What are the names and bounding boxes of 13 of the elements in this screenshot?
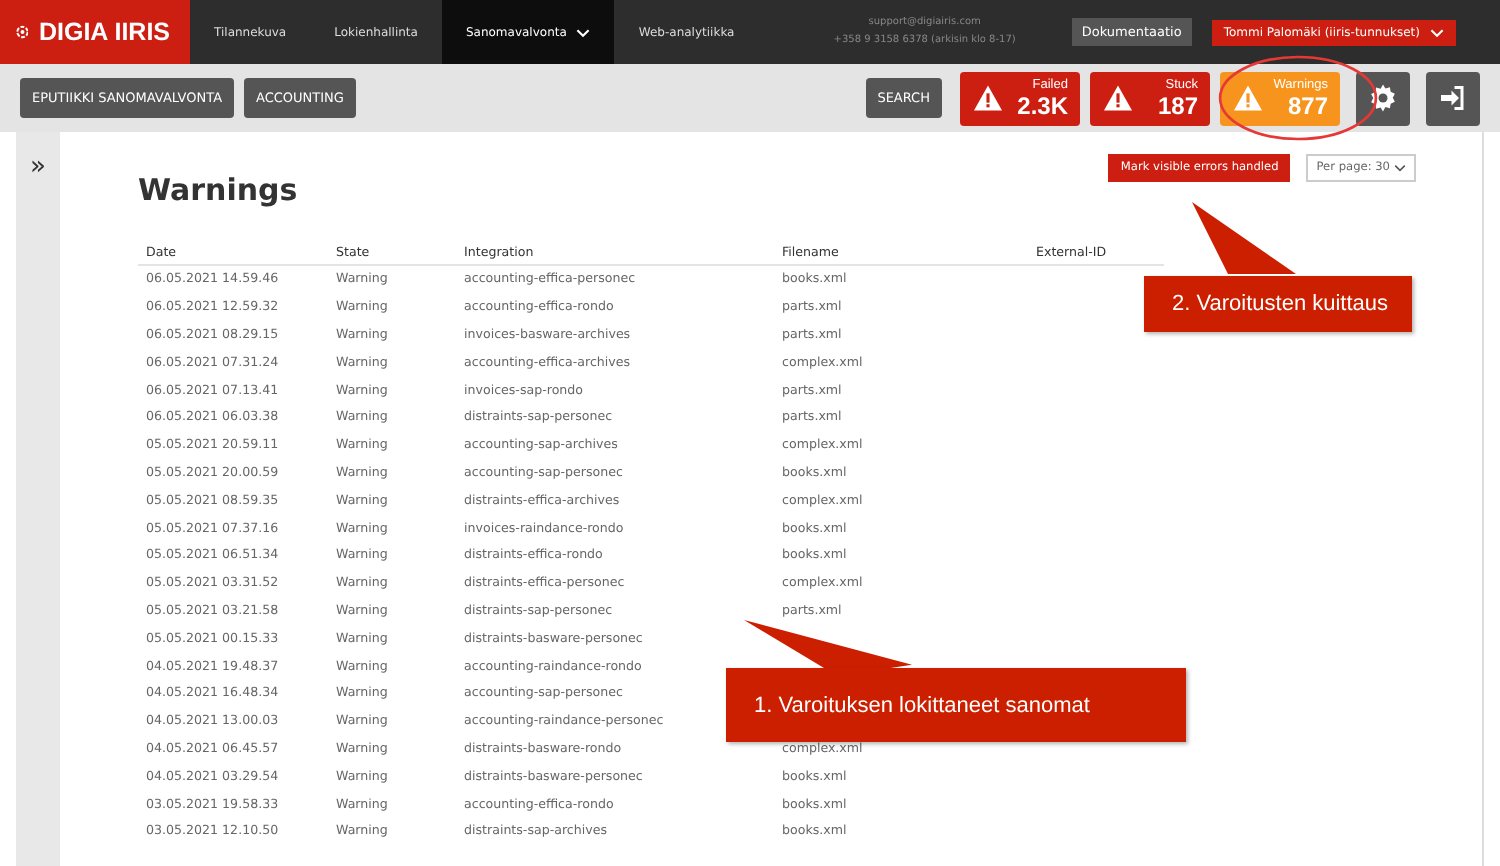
logout-button[interactable]: [1426, 71, 1480, 125]
warning-icon: [1232, 84, 1264, 112]
brand-name: DIGIA IIRIS: [38, 18, 170, 46]
sign-in-icon: [1438, 82, 1468, 114]
brand-logo[interactable]: DIGIA IIRIS: [0, 0, 190, 64]
caret-icon: [1430, 27, 1444, 37]
page-title: Warnings: [138, 172, 298, 208]
settings-button[interactable]: [1356, 71, 1410, 125]
warning-icon: [1102, 84, 1134, 112]
settings-icon: [1368, 82, 1398, 114]
sidebar-toggle[interactable]: »: [30, 152, 46, 184]
caret-icon: [1394, 164, 1406, 172]
warning-icon: [972, 84, 1004, 112]
